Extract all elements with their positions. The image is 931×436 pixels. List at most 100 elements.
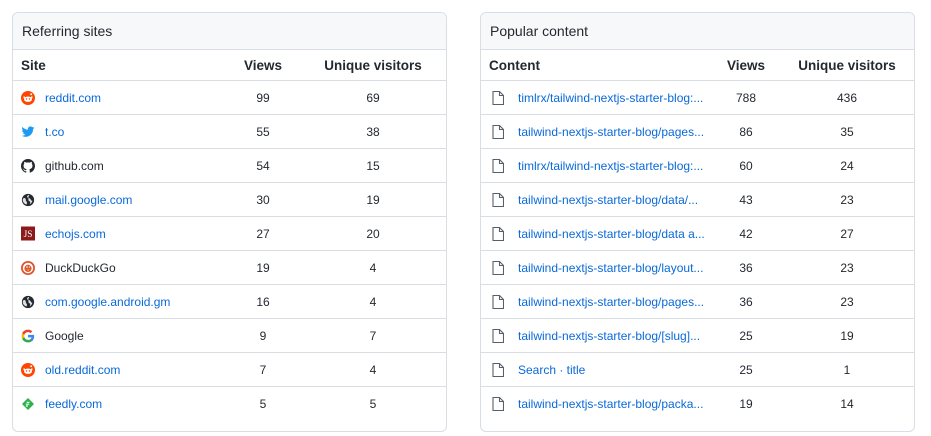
- views-cell: 16: [256, 294, 270, 309]
- name-cell: tailwind-nextjs-starter-blog/packa...: [489, 387, 703, 421]
- row-link[interactable]: t.co: [45, 125, 64, 139]
- google-icon: [21, 329, 35, 343]
- unique-visitors-cell: 14: [840, 397, 854, 411]
- column-header-views: Views: [726, 57, 766, 73]
- row-link[interactable]: mail.google.com: [45, 193, 132, 207]
- row-link[interactable]: old.reddit.com: [45, 363, 120, 377]
- table-row: tailwind-nextjs-starter-blog/packa... 19 1…: [481, 387, 914, 421]
- unique-visitors-cell: 35: [840, 124, 854, 139]
- column-header-site: Site: [21, 57, 46, 73]
- name-cell: tailwind-nextjs-starter-blog/data/...: [489, 183, 698, 216]
- unique-visitors-cell: 4: [369, 260, 377, 275]
- row-link[interactable]: tailwind-nextjs-starter-blog/[slug]...: [518, 329, 700, 343]
- file-icon: [491, 260, 505, 275]
- views-cell: 5: [259, 397, 267, 411]
- name-cell: t.co: [21, 115, 64, 148]
- views-cell: 19: [739, 397, 753, 411]
- views-cell: 55: [256, 124, 270, 139]
- views-cell: 99: [256, 90, 270, 105]
- views-cell: 43: [739, 192, 753, 207]
- table-row: Search · title 25 1: [481, 353, 914, 387]
- table-row: tailwind-nextjs-starter-blog/pages... 86 3…: [481, 115, 914, 149]
- unique-visitors-cell: 19: [840, 328, 854, 343]
- file-icon: [491, 90, 505, 105]
- name-cell: timlrx/tailwind-nextjs-starter-blog:...: [489, 149, 703, 182]
- file-icon: [491, 294, 505, 309]
- row-link[interactable]: reddit.com: [45, 91, 101, 105]
- row-label: Google: [45, 328, 84, 343]
- referring-sites-table: Site Views Unique visitors reddit.com 99 6…: [13, 50, 446, 421]
- github-icon: [21, 158, 35, 173]
- views-cell: 36: [739, 260, 753, 275]
- unique-visitors-cell: 7: [369, 328, 377, 343]
- file-icon: [491, 158, 505, 173]
- table-row: mail.google.com 30 19: [13, 183, 446, 217]
- unique-visitors-cell: 4: [369, 294, 377, 309]
- twitter-icon: [21, 125, 35, 139]
- file-icon: [491, 397, 505, 411]
- row-link[interactable]: tailwind-nextjs-starter-blog/layout...: [518, 261, 703, 275]
- table-row: JS echojs.com 27 20: [13, 217, 446, 251]
- table-row: DuckDuckGo 19 4: [13, 251, 446, 285]
- row-link[interactable]: timlrx/tailwind-nextjs-starter-blog:...: [518, 91, 703, 105]
- echojs-icon: JS: [21, 226, 35, 241]
- popular-content-panel: Popular content Content Views Unique vis…: [480, 12, 915, 432]
- name-cell: timlrx/tailwind-nextjs-starter-blog:...: [489, 81, 703, 114]
- table-row: timlrx/tailwind-nextjs-starter-blog:... 6…: [481, 149, 914, 183]
- views-cell: 19: [256, 260, 270, 275]
- referring-sites-title: Referring sites: [13, 13, 446, 50]
- name-cell: reddit.com: [21, 81, 101, 114]
- row-link[interactable]: feedly.com: [45, 397, 102, 411]
- table-row: com.google.android.gm 16 4: [13, 285, 446, 319]
- svg-text:JS: JS: [24, 230, 33, 240]
- file-icon: [491, 226, 505, 241]
- row-link[interactable]: tailwind-nextjs-starter-blog/packa...: [518, 397, 703, 411]
- row-label: github.com: [45, 158, 104, 173]
- row-link[interactable]: tailwind-nextjs-starter-blog/pages...: [518, 295, 704, 309]
- popular-content-title: Popular content: [481, 13, 914, 50]
- name-cell: JS echojs.com: [21, 217, 106, 250]
- referring-sites-panel: Referring sites Site Views Unique visito…: [12, 12, 447, 432]
- table-row: timlrx/tailwind-nextjs-starter-blog:... 7…: [481, 81, 914, 115]
- row-link[interactable]: tailwind-nextjs-starter-blog/data/...: [518, 193, 698, 207]
- column-header-content: Content: [489, 57, 540, 73]
- unique-visitors-cell: 19: [366, 192, 380, 207]
- row-link[interactable]: tailwind-nextjs-starter-blog/data a...: [518, 227, 705, 241]
- popular-content-table: Content Views Unique visitors timlrx/tai…: [481, 50, 914, 421]
- globe-icon: [21, 295, 35, 309]
- name-cell: Search · title: [489, 353, 585, 386]
- table-row: t.co 55 38: [13, 115, 446, 149]
- views-cell: 25: [739, 328, 753, 343]
- table-row: tailwind-nextjs-starter-blog/layout... 36…: [481, 251, 914, 285]
- feedly-icon: [21, 397, 35, 411]
- name-cell: com.google.android.gm: [21, 285, 170, 318]
- unique-visitors-cell: 38: [366, 124, 380, 139]
- row-link[interactable]: com.google.android.gm: [45, 295, 170, 309]
- views-cell: 788: [735, 90, 757, 105]
- unique-visitors-cell: 23: [840, 192, 854, 207]
- file-icon: [491, 192, 505, 207]
- duckduckgo-icon: [21, 260, 35, 275]
- views-cell: 7: [259, 362, 267, 377]
- unique-visitors-cell: 23: [840, 260, 854, 275]
- table-row: reddit.com 99 69: [13, 81, 446, 115]
- views-cell: 42: [739, 226, 753, 241]
- table-header-row: Site Views Unique visitors: [13, 50, 446, 81]
- row-link[interactable]: Search · title: [518, 363, 585, 377]
- row-link[interactable]: echojs.com: [45, 227, 106, 241]
- unique-visitors-cell: 1: [843, 362, 851, 377]
- reddit-icon: [21, 362, 35, 377]
- table-header-row: Content Views Unique visitors: [481, 50, 914, 81]
- views-cell: 27: [256, 226, 270, 241]
- name-cell: github.com: [21, 149, 104, 182]
- reddit-icon: [21, 90, 35, 105]
- table-row: tailwind-nextjs-starter-blog/data/... 43 2…: [481, 183, 914, 217]
- row-link[interactable]: timlrx/tailwind-nextjs-starter-blog:...: [518, 159, 703, 173]
- unique-visitors-cell: 69: [366, 90, 380, 105]
- views-cell: 25: [739, 362, 753, 377]
- name-cell: tailwind-nextjs-starter-blog/layout...: [489, 251, 703, 284]
- name-cell: tailwind-nextjs-starter-blog/pages...: [489, 285, 704, 318]
- row-link[interactable]: tailwind-nextjs-starter-blog/pages...: [518, 125, 704, 139]
- unique-visitors-cell: 27: [840, 226, 854, 241]
- name-cell: feedly.com: [21, 387, 102, 421]
